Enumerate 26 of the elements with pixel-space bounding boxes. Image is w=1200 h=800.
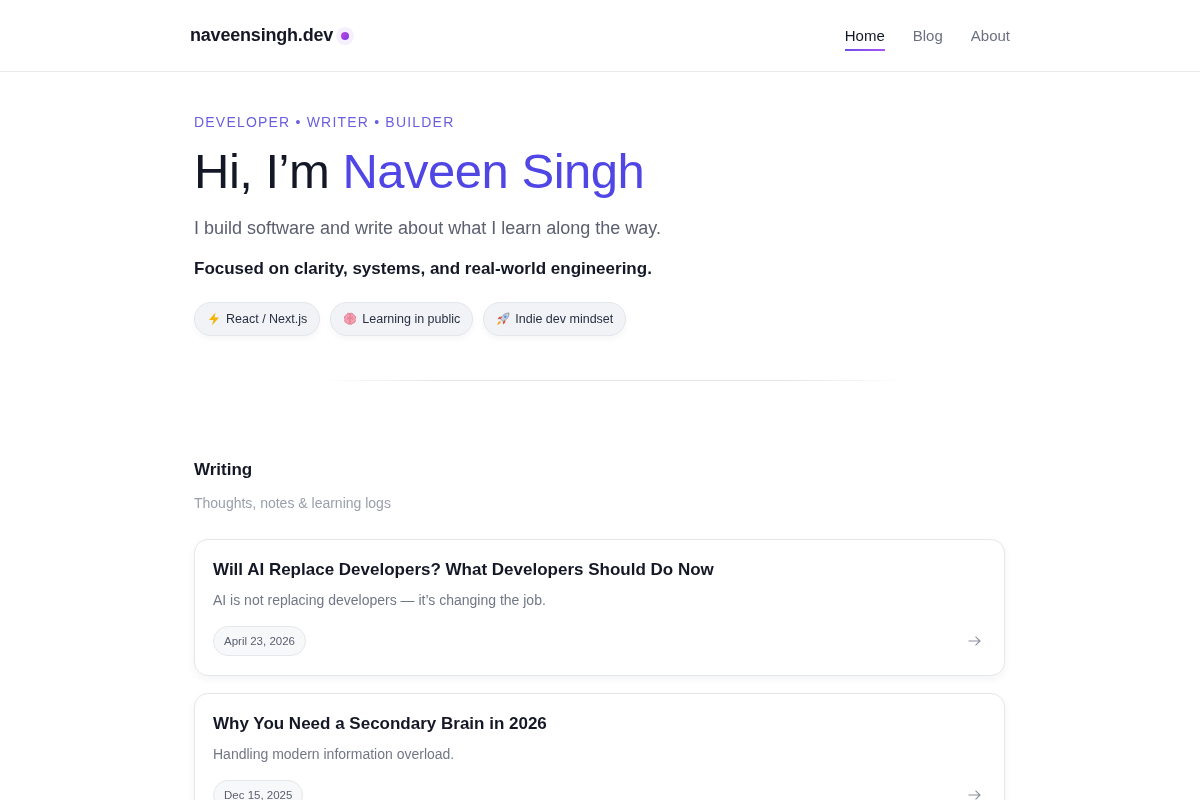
lightning-icon xyxy=(207,311,221,326)
rocket-icon xyxy=(496,311,511,326)
post-date: Dec 15, 2025 xyxy=(213,779,304,800)
topic-chip[interactable]: Indie dev mindset xyxy=(483,301,627,336)
post-title: Will AI Replace Developers? What Developers Should Do Now xyxy=(213,559,715,580)
post-date: April 23, 2026 xyxy=(213,625,306,656)
hero-eyebrow: DEVELOPER • WRITER • BUILDER xyxy=(194,114,456,130)
nav-link[interactable]: Blog xyxy=(912,20,943,51)
post-summary: Handling modern information overload. xyxy=(213,745,456,762)
nav-link[interactable]: About xyxy=(970,20,1010,51)
arrow-right-icon xyxy=(968,635,981,646)
brain-icon xyxy=(343,311,358,326)
topic-chip[interactable]: React / Next.js xyxy=(194,301,321,336)
post-title: Why You Need a Secondary Brain in 2026 xyxy=(213,713,548,734)
topic-chip[interactable]: Learning in public xyxy=(330,301,474,336)
post-card[interactable]: Why You Need a Secondary Brain in 2026 Handling modern information overload. Dec 15, 2025 xyxy=(194,692,1005,800)
hero-tagline: I build software and write about what I learn along the way. xyxy=(194,217,662,239)
post-card[interactable]: Will AI Replace Developers? What Developers Should Do Now AI is not replacing developers — it’s changing the job. April 23, 2026 xyxy=(194,538,1005,676)
post-summary: AI is not replacing developers — it’s changing the job. xyxy=(213,591,547,608)
section-subtitle: Thoughts, notes & learning logs xyxy=(194,494,392,511)
hero-heading: Hi, I’m Naveen Singh xyxy=(194,143,646,200)
arrow-right-icon xyxy=(968,789,981,800)
hero-focus-text: Focused on clarity, systems, and real-world engineering. xyxy=(194,258,653,279)
nav-link[interactable]: Home xyxy=(844,20,885,51)
site-logo[interactable]: naveensingh.dev xyxy=(190,25,334,46)
section-title: Writing xyxy=(194,459,254,480)
